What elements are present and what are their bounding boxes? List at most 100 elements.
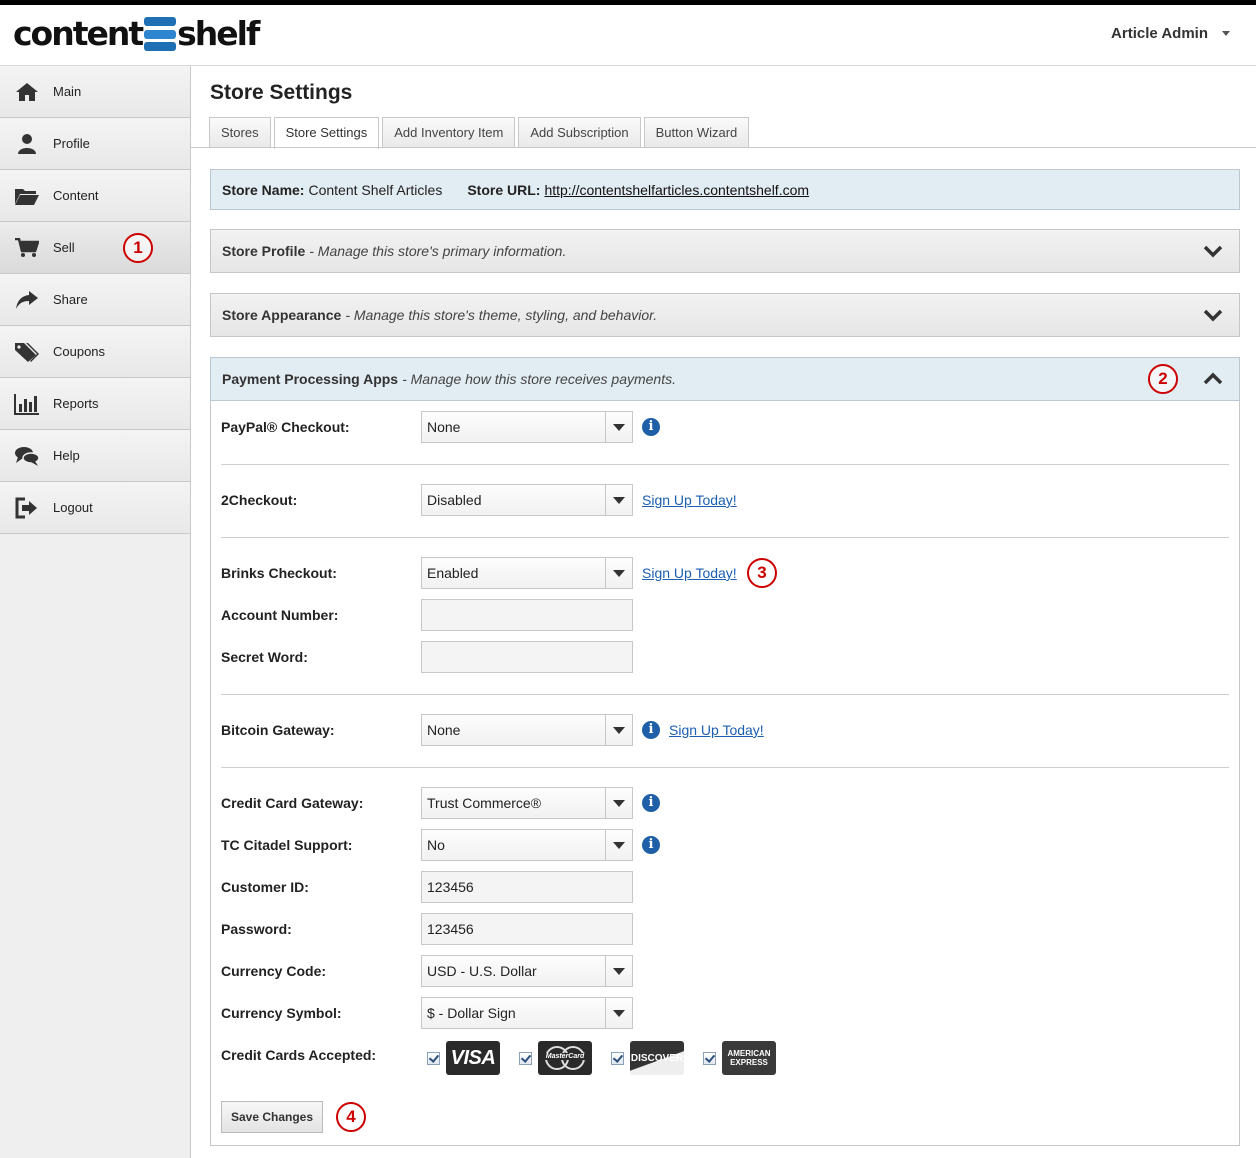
annotation-badge-4: 4 [336, 1102, 366, 1132]
tc-citadel-select[interactable]: No [421, 829, 633, 861]
dropdown-arrow-icon [605, 830, 632, 860]
tab-button-wizard[interactable]: Button Wizard [643, 117, 750, 147]
field-label: Customer ID: [221, 879, 309, 895]
divider [221, 694, 1229, 695]
divider [221, 537, 1229, 538]
field-label: Bitcoin Gateway: [221, 722, 335, 738]
select-value: Enabled [427, 565, 479, 581]
customer-id-row: Customer ID: 123456 [221, 871, 1231, 903]
sidebar-item-main[interactable]: Main [0, 66, 190, 118]
customer-id-input[interactable]: 123456 [421, 871, 633, 903]
divider [221, 767, 1229, 768]
amex-logo: AMERICAN EXPRESS [722, 1041, 776, 1075]
card-option-amex: AMERICAN EXPRESS [697, 1041, 776, 1075]
info-icon[interactable]: i [642, 836, 660, 854]
twocheckout-signup-link[interactable]: Sign Up Today! [642, 492, 737, 508]
card-option-mastercard: MasterCard [513, 1041, 592, 1075]
info-icon[interactable]: i [642, 418, 660, 436]
info-icon[interactable]: i [642, 721, 660, 739]
field-label: Credit Cards Accepted: [221, 1047, 377, 1063]
paypal-select[interactable]: None [421, 411, 633, 443]
field-label: 2Checkout: [221, 492, 298, 508]
panel-description: - Manage this store's primary informatio… [309, 243, 567, 259]
tab-add-subscription[interactable]: Add Subscription [518, 117, 641, 147]
annotation-badge-1: 1 [123, 233, 153, 263]
secret-word-row: Secret Word: [221, 641, 1231, 673]
tab-add-inventory-item[interactable]: Add Inventory Item [382, 117, 516, 147]
paypal-row: PayPal® Checkout: None i [221, 411, 1231, 443]
mastercard-checkbox[interactable] [519, 1051, 532, 1065]
chevron-down-icon [1222, 31, 1230, 36]
sidebar-item-reports[interactable]: Reports [0, 378, 190, 430]
brinks-select[interactable]: Enabled [421, 557, 633, 589]
store-url-link[interactable]: http://contentshelfarticles.contentshelf… [544, 182, 809, 198]
field-label: PayPal® Checkout: [221, 419, 350, 435]
info-icon[interactable]: i [642, 794, 660, 812]
sidebar-item-label: Share [53, 292, 88, 307]
twocheckout-select[interactable]: Disabled [421, 484, 633, 516]
logo-stack-icon [144, 17, 177, 51]
logout-icon [14, 497, 40, 519]
tags-icon [14, 341, 40, 363]
header: content shelf Article Admin [0, 5, 1256, 66]
payment-processing-panel-body: PayPal® Checkout: None i 2Checkout: Disa… [210, 401, 1240, 1146]
select-value: $ - Dollar Sign [427, 1005, 516, 1021]
card-option-visa: VISA [421, 1041, 500, 1075]
amex-checkbox[interactable] [703, 1051, 716, 1065]
contentshelf-logo[interactable]: content shelf [13, 14, 260, 54]
password-input[interactable]: 123456 [421, 913, 633, 945]
currency-code-select[interactable]: USD - U.S. Dollar [421, 955, 633, 987]
user-menu-label: Article Admin [1111, 25, 1208, 42]
sidebar-item-coupons[interactable]: Coupons [0, 326, 190, 378]
dropdown-arrow-icon [605, 956, 632, 986]
store-url-label: Store URL: [467, 181, 541, 198]
logo-text-left: content [13, 14, 144, 53]
discover-checkbox[interactable] [611, 1051, 624, 1065]
sidebar-item-help[interactable]: Help [0, 430, 190, 482]
bitcoin-select[interactable]: None [421, 714, 633, 746]
annotation-badge-2: 2 [1148, 364, 1178, 394]
tab-store-settings[interactable]: Store Settings [273, 117, 380, 149]
brinks-signup-link[interactable]: Sign Up Today! [642, 565, 737, 581]
store-profile-panel-header[interactable]: Store Profile - Manage this store's prim… [210, 229, 1240, 273]
field-label: Account Number: [221, 607, 339, 623]
visa-logo: VISA [446, 1041, 500, 1075]
tab-stores[interactable]: Stores [209, 117, 271, 147]
chevron-down-icon [1203, 309, 1223, 322]
field-label: Currency Symbol: [221, 1005, 342, 1021]
payment-processing-panel-header[interactable]: Payment Processing Apps - Manage how thi… [210, 357, 1240, 401]
cart-icon [14, 237, 40, 259]
select-value: Trust Commerce® [427, 795, 542, 811]
select-value: USD - U.S. Dollar [427, 963, 537, 979]
sidebar-item-share[interactable]: Share [0, 274, 190, 326]
account-number-input[interactable] [421, 599, 633, 631]
user-menu[interactable]: Article Admin [1111, 25, 1230, 42]
sidebar-item-label: Help [53, 448, 80, 463]
store-appearance-panel-header[interactable]: Store Appearance - Manage this store's t… [210, 293, 1240, 337]
panel-title: Store Profile [222, 243, 306, 259]
sidebar-item-sell[interactable]: Sell [0, 222, 190, 274]
card-options: VISA MasterCard DISCOVER AMERICAN EXPRES… [421, 1041, 789, 1075]
save-changes-button[interactable]: Save Changes [221, 1101, 323, 1133]
currency-symbol-row: Currency Symbol: $ - Dollar Sign [221, 997, 1231, 1029]
store-info-bar: Store Name: Content Shelf Articles Store… [210, 169, 1240, 210]
chevron-down-icon [1203, 245, 1223, 258]
panel-title: Payment Processing Apps [222, 371, 399, 387]
sidebar-item-logout[interactable]: Logout [0, 482, 190, 534]
user-icon [14, 133, 40, 155]
cc-gateway-select[interactable]: Trust Commerce® [421, 787, 633, 819]
bitcoin-signup-link[interactable]: Sign Up Today! [669, 722, 764, 738]
store-name-value: Content Shelf Articles [308, 181, 443, 198]
field-label: Secret Word: [221, 649, 308, 665]
cards-accepted-row: Credit Cards Accepted: VISA MasterCard D… [221, 1041, 1231, 1081]
twocheckout-row: 2Checkout: Disabled Sign Up Today! [221, 484, 1231, 516]
currency-symbol-select[interactable]: $ - Dollar Sign [421, 997, 633, 1029]
field-label: Password: [221, 921, 292, 937]
bar-chart-icon [14, 393, 40, 415]
logo-text-right: shelf [177, 14, 260, 53]
sidebar-item-content[interactable]: Content [0, 170, 190, 222]
secret-word-input[interactable] [421, 641, 633, 673]
select-value: Disabled [427, 492, 482, 508]
visa-checkbox[interactable] [427, 1051, 440, 1065]
sidebar-item-profile[interactable]: Profile [0, 118, 190, 170]
